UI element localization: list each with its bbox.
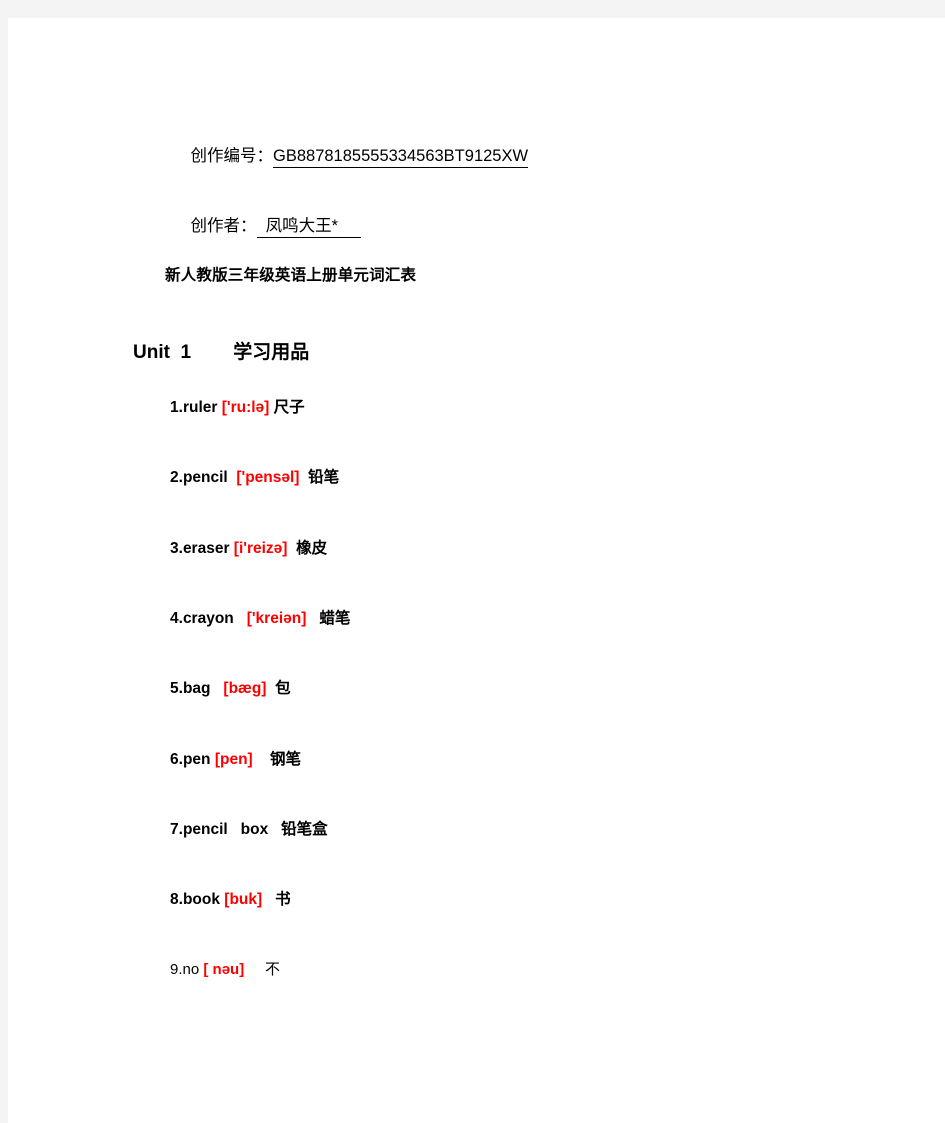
vocabulary-index: 3. <box>170 539 183 557</box>
vocabulary-entry: 8.book [buk] 书 <box>170 892 291 908</box>
vocabulary-phonetic: ['pensəl] <box>236 469 300 487</box>
vocabulary-word: bag <box>182 680 211 698</box>
vocabulary-gloss: 钢笔 <box>269 750 301 768</box>
vocabulary-word: pencil box <box>182 820 269 838</box>
vocabulary-spacer <box>262 891 275 908</box>
vocabulary-gloss: 不 <box>265 961 281 979</box>
vocabulary-phonetic: [buk] <box>224 891 263 909</box>
vocabulary-spacer <box>266 680 275 697</box>
document-page: 创作编号：GB8878185555334563BT9125XW 创作者： 凤鸣大… <box>8 18 945 1123</box>
document-content: 创作编号：GB8878185555334563BT9125XW 创作者： 凤鸣大… <box>8 18 945 1123</box>
author-line: 创作者： 凤鸣大王* <box>163 201 362 255</box>
vocabulary-spacer <box>287 540 296 557</box>
vocabulary-phonetic: ['kreiən] <box>246 609 307 627</box>
vocabulary-spacer <box>244 961 265 978</box>
unit-topic: 学习用品 <box>233 342 310 363</box>
vocabulary-phonetic: [bæg] <box>223 680 267 698</box>
vocabulary-index: 4. <box>170 609 183 627</box>
vocabulary-spacer <box>234 610 247 627</box>
vocabulary-word: pencil <box>182 469 228 487</box>
vocabulary-phonetic: ['ru:lə] <box>221 399 270 416</box>
vocabulary-index: 6. <box>170 750 183 768</box>
vocabulary-gloss: 橡皮 <box>296 539 328 557</box>
vocabulary-word: crayon <box>182 609 234 627</box>
creation-id-line: 创作编号：GB8878185555334563BT9125XW <box>163 131 529 185</box>
vocabulary-phonetic: [ nəu] <box>203 961 245 979</box>
unit-spacer <box>191 342 233 363</box>
vocabulary-spacer <box>211 680 224 697</box>
vocabulary-word: ruler <box>182 399 218 416</box>
vocabulary-word: eraser <box>182 539 230 557</box>
vocabulary-entry: 7.pencil box 铅笔盒 <box>170 822 328 838</box>
vocabulary-entry: 1.ruler ['ru:lə] 尺子 <box>170 400 305 416</box>
vocabulary-word: pen <box>182 750 211 768</box>
document-title: 新人教版三年级英语上册单元词汇表 <box>165 267 417 284</box>
vocabulary-spacer <box>306 610 319 627</box>
unit-heading: Unit 1 学习用品 <box>133 343 309 362</box>
vocabulary-index: 2. <box>170 469 183 487</box>
vocabulary-entry: 5.bag [bæg] 包 <box>170 681 291 697</box>
vocabulary-gloss: 包 <box>275 680 291 698</box>
vocabulary-spacer <box>268 821 281 838</box>
vocabulary-word: book <box>182 891 220 909</box>
vocabulary-entry: 4.crayon ['kreiən] 蜡笔 <box>170 611 350 627</box>
creation-id-value: GB8878185555334563BT9125XW <box>273 147 529 168</box>
author-value: 凤鸣大王* <box>256 217 362 238</box>
vocabulary-index: 7. <box>170 820 183 838</box>
unit-number: Unit 1 <box>133 342 192 363</box>
vocabulary-index: 5. <box>170 680 183 698</box>
vocabulary-index: 1. <box>170 399 183 416</box>
vocabulary-gloss: 尺子 <box>273 399 305 416</box>
vocabulary-entry: 3.eraser [i'reizə] 橡皮 <box>170 539 328 557</box>
vocabulary-index: 9. <box>170 961 183 979</box>
vocabulary-gloss: 书 <box>275 891 291 909</box>
vocabulary-entry: 9.no [ nəu] 不 <box>170 962 280 977</box>
vocabulary-entry: 2.pencil ['pensəl] 铅笔 <box>170 470 339 486</box>
vocabulary-entry: 6.pen [pen] 钢笔 <box>170 750 301 768</box>
vocabulary-gloss: 铅笔盒 <box>281 820 328 838</box>
vocabulary-gloss: 铅笔 <box>308 469 340 487</box>
vocabulary-index: 8. <box>170 891 183 909</box>
vocabulary-spacer <box>299 469 308 486</box>
vocabulary-spacer <box>253 751 270 768</box>
author-label: 创作者： <box>190 216 257 235</box>
vocabulary-phonetic: [pen] <box>214 750 253 768</box>
vocabulary-phonetic: [i'reizə] <box>233 539 288 557</box>
vocabulary-gloss: 蜡笔 <box>319 609 351 627</box>
creation-id-label: 创作编号： <box>190 146 274 165</box>
vocabulary-word: no <box>182 961 200 979</box>
